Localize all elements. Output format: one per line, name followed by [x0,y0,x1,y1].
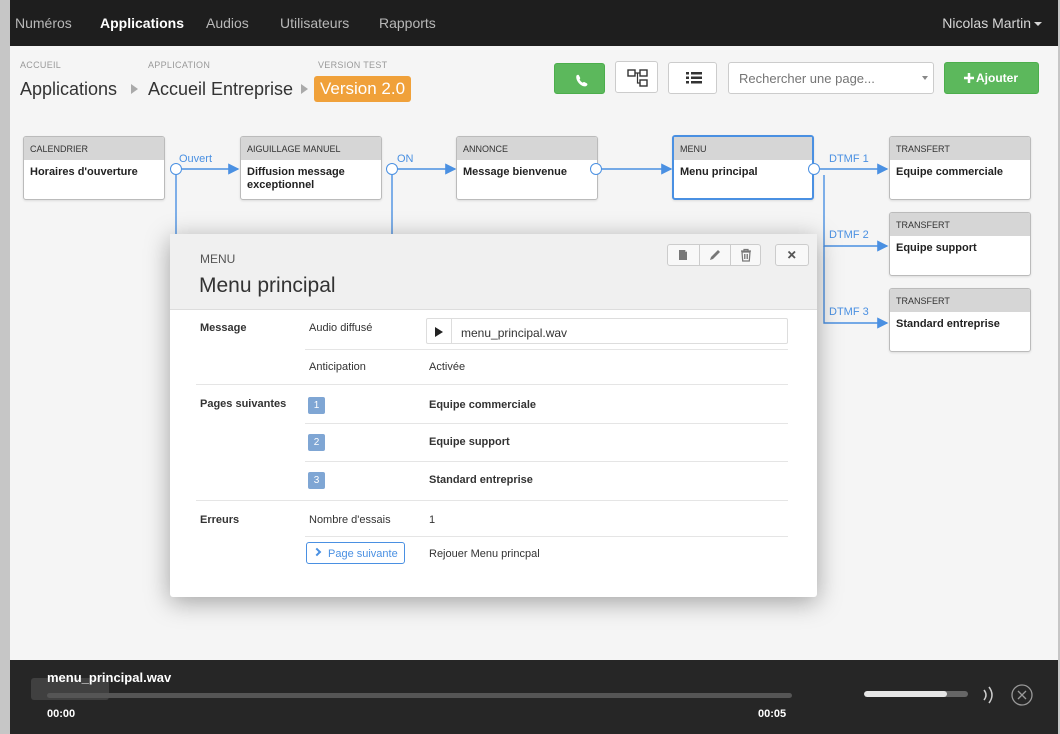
next-page-number: 1 [308,397,325,414]
modal-title: Menu principal [199,274,336,297]
node-title: Equipe commerciale [896,166,1003,178]
tries-value: 1 [429,514,436,526]
edge-label-dtmf2: DTMF 2 [829,229,869,241]
trash-icon[interactable] [731,245,761,265]
player-duration: 00:05 [758,708,787,720]
chevron-right-icon [312,547,322,557]
section-erreurs: Erreurs [200,514,240,526]
pencil-icon[interactable] [700,245,730,265]
modal-tools [667,244,761,266]
next-page-value: Rejouer Menu princpal [429,548,540,560]
divider [305,349,788,350]
audio-divider [451,319,452,343]
next-page-button[interactable]: Page suivante [306,542,405,564]
next-page-label[interactable]: Standard entreprise [429,474,533,486]
anticipation-value: Activée [429,361,466,373]
close-icon [787,250,796,259]
node-title: Standard entreprise [896,318,1000,330]
node-title: Message bienvenue [463,166,567,178]
edge-label-dtmf1: DTMF 1 [829,153,869,165]
node-output-port[interactable] [170,163,182,175]
node-type: MENU [674,137,812,160]
node-type: ANNONCE [457,137,597,160]
volume-slider[interactable] [864,691,968,697]
node-title: Equipe support [896,242,977,254]
tries-label: Nombre d'essais [309,514,391,526]
node-title: Horaires d'ouverture [30,166,138,178]
document-icon[interactable] [668,245,698,265]
audio-field[interactable]: menu_principal.wav [426,318,788,344]
divider [305,461,788,462]
section-message: Message [200,322,247,334]
modal-page-type: MENU [200,252,236,266]
next-page-button-label: Page suivante [328,548,398,560]
player-progress-track[interactable] [47,693,792,698]
flow-node-calendrier[interactable]: CALENDRIER Horaires d'ouverture [23,136,165,200]
next-page-label[interactable]: Equipe commerciale [429,399,536,411]
node-output-port[interactable] [590,163,602,175]
node-type: TRANSFERT [890,213,1030,236]
node-output-port[interactable] [386,163,398,175]
node-type: AIGUILLAGE MANUEL [241,137,381,160]
page-detail-modal: MENU Menu principal [170,234,817,597]
node-type: CALENDRIER [24,137,164,160]
player-file-name: menu_principal.wav [47,670,172,685]
flow-node-transfert-commerciale[interactable]: TRANSFERT Equipe commerciale [889,136,1031,200]
play-icon[interactable] [435,327,443,337]
next-page-number: 2 [308,434,325,451]
node-title: Menu principal [680,166,758,178]
volume-icon[interactable] [978,684,998,706]
divider [305,423,788,424]
node-type: TRANSFERT [890,137,1030,160]
modal-header: MENU Menu principal [170,234,817,310]
divider [196,500,788,501]
audio-file-name: menu_principal.wav [461,326,568,340]
close-player-icon[interactable] [1010,683,1034,707]
edge-label-on: ON [397,153,414,165]
anticipation-label: Anticipation [309,361,366,373]
node-title: Diffusion message exceptionnel [247,166,345,191]
flow-node-transfert-support[interactable]: TRANSFERT Equipe support [889,212,1031,276]
node-output-port[interactable] [808,163,820,175]
volume-fill [864,691,948,697]
node-type: TRANSFERT [890,289,1030,312]
modal-close-button[interactable] [775,244,809,266]
next-page-label[interactable]: Equipe support [429,436,510,448]
edge-label-ouvert: Ouvert [179,153,213,165]
audio-label: Audio diffusé [309,322,373,334]
flow-node-transfert-standard[interactable]: TRANSFERT Standard entreprise [889,288,1031,352]
player-current-time: 00:00 [47,708,76,720]
section-pages-suivantes: Pages suivantes [200,398,287,410]
divider [305,536,788,537]
flow-node-annonce[interactable]: ANNONCE Message bienvenue [456,136,598,200]
flow-node-menu[interactable]: MENU Menu principal [672,135,814,200]
next-page-number: 3 [308,472,325,489]
flow-node-aiguillage[interactable]: AIGUILLAGE MANUEL Diffusion message exce… [240,136,382,200]
divider [196,384,788,385]
edge-label-dtmf3: DTMF 3 [829,306,869,318]
